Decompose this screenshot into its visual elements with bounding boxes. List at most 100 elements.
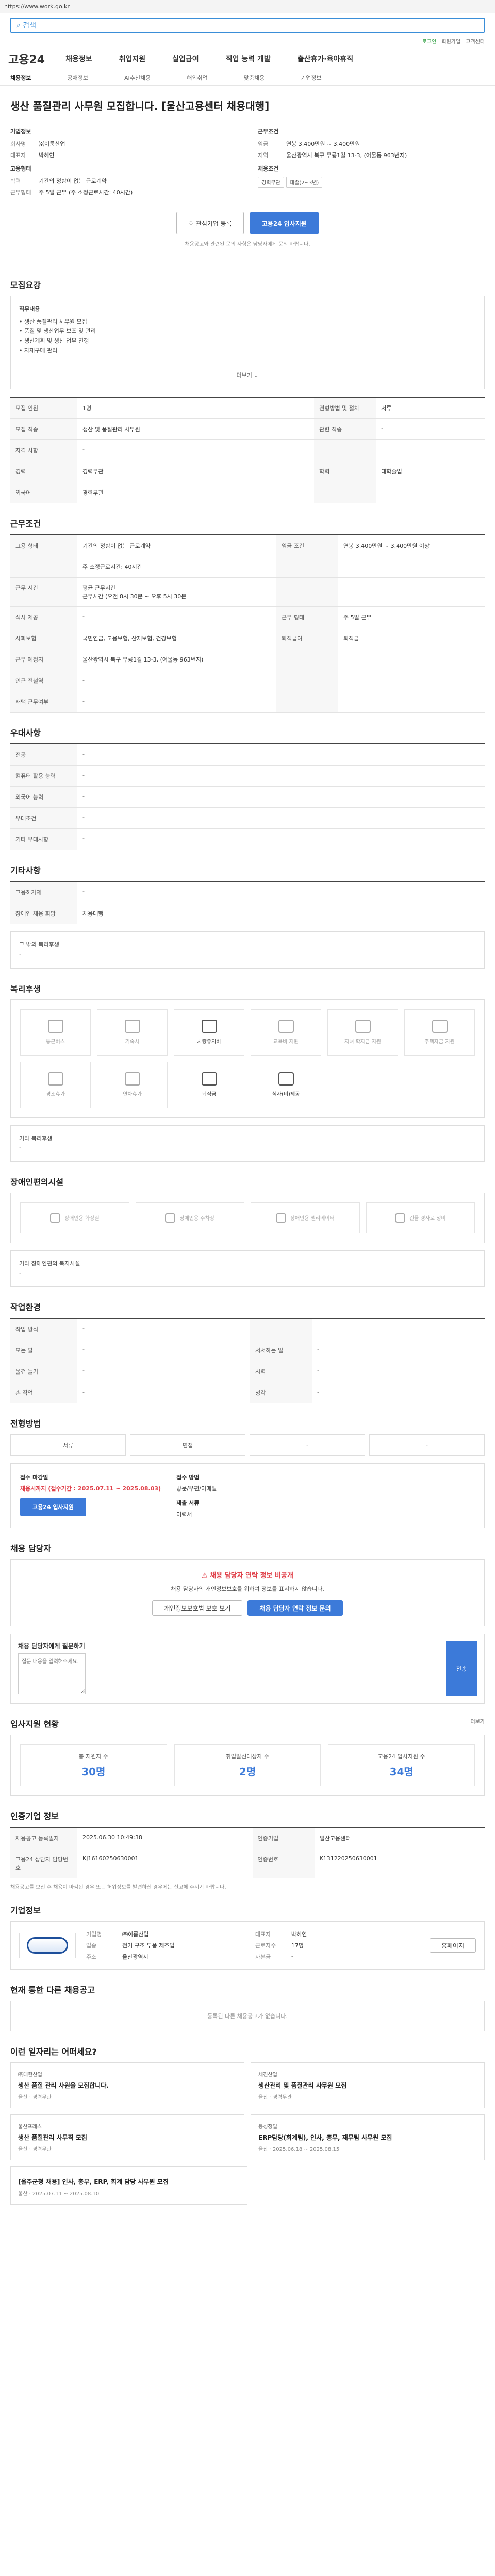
row-value: 생산 및 품질관리 사무원 (77, 418, 315, 440)
row-value: - (77, 882, 485, 904)
help-link[interactable]: 고객센터 (466, 37, 485, 47)
site-logo[interactable]: 고용24 (8, 50, 45, 67)
alert-title: 채용 담당자 연락 정보 비공개 (210, 1572, 293, 1580)
recommend-meta: 울산 · 경력무관 (258, 2095, 292, 2101)
info-value: ㈜이룸산업 (122, 1931, 149, 1938)
recommend-card[interactable]: 울산프레스 생산 품질관리 사무직 모집 울산 · 경력무관 (10, 2114, 244, 2161)
row-value: - (77, 828, 485, 851)
row-key (276, 649, 338, 671)
stats-more-link[interactable]: 더보기 (470, 1717, 485, 1725)
section-title: 우대사항 (10, 728, 41, 738)
subnav-item[interactable]: 맞춤채용 (244, 74, 265, 82)
info-key: 근로자수 (255, 1942, 276, 1950)
row-value: - (77, 439, 315, 462)
row-key: 전형방법 및 절차 (314, 397, 376, 419)
subnav-item[interactable]: 공채정보 (67, 74, 88, 82)
info-note: 채용공고를 보신 후 채용이 마감된 경우 또는 허위정보를 발견하신 경우에는… (10, 1885, 226, 1891)
row-value (338, 649, 485, 671)
nav-item-jobs[interactable]: 채용정보 (65, 54, 92, 64)
row-key: 모집 인원 (10, 397, 77, 419)
welfare-grid: 통근버스 기숙사 차량유지비 교육비 지원 자녀 학자금 지원 주택자금 지원 경조휴가 연차… (10, 999, 485, 1118)
signup-link[interactable]: 회원가입 (441, 37, 460, 47)
interest-button[interactable]: ♡ 관심기업 등록 (176, 212, 244, 234)
section-title: 모집요강 (10, 280, 41, 290)
welfare-label: 자녀 학자금 지원 (344, 1039, 381, 1045)
subnav-item[interactable]: 해외취업 (187, 74, 207, 82)
condition-tag: 대졸(2~3년) (286, 177, 323, 188)
contact-inquiry-button[interactable]: 채용 담당자 연락 정보 문의 (248, 1600, 343, 1616)
table-row: 식사 제공 - 근무 형태 주 5일 근무 (10, 606, 485, 629)
row-value: 국민연금, 고용보험, 산재보험, 건강보험 (77, 628, 276, 650)
apply-button[interactable]: 고용24 입사지원 (250, 212, 319, 234)
row-value: - (77, 1382, 250, 1404)
kv-key: 학력 (10, 178, 21, 184)
row-key: 재택 근무여부 (10, 691, 77, 713)
recruit-table: 모집 인원 1명 전형방법 및 절차 서류 모집 직종 생산 및 품질관리 사무원 관련 직… (10, 397, 485, 504)
nav-item-unemployment[interactable]: 실업급여 (172, 54, 199, 64)
row-key: 근무 시간 (10, 577, 77, 607)
welfare-label: 퇴직금 (202, 1092, 217, 1097)
company-section: 기업정보 기업명 ㈜이룸산업 대표자 박혜연 업종 전기 구조 부품 제조업 근로자수 17명… (0, 1904, 495, 1970)
nav-item-leave[interactable]: 출산휴가·육아휴직 (298, 54, 353, 64)
subnav-item[interactable]: 기업정보 (301, 74, 321, 82)
table-row: 고용 형태 기간의 정함이 없는 근로계약 임금 조건 연봉 3,400만원 ~ 3,… (10, 535, 485, 557)
welfare-label: 차량유지비 (197, 1039, 221, 1045)
facility-icon (394, 1213, 405, 1223)
login-link[interactable]: 로그인 (422, 37, 437, 47)
apply-button-2[interactable]: 고용24 입사지원 (20, 1498, 86, 1517)
row-value: 채용대행 (77, 903, 485, 925)
recommend-card[interactable]: ㈜대한산업 생산 품질 관리 사원을 모집합니다. 울산 · 경력무관 (10, 2062, 244, 2109)
empty-message: 등록된 다른 채용공고가 없습니다. (10, 2001, 485, 2032)
kv-value: 기간의 정함이 없는 근로계약 (39, 178, 107, 184)
row-value: 서류 (376, 397, 485, 419)
welfare-other-value: - (19, 1144, 21, 1151)
disability-label: 건물 경사로 정비 (409, 1216, 446, 1222)
subnav-item[interactable]: 채용정보 (10, 74, 31, 82)
company-card: 기업명 ㈜이룸산업 대표자 박혜연 업종 전기 구조 부품 제조업 근로자수 17명 주소 울산광… (10, 1921, 485, 1970)
sub-nav: 채용정보 공채정보 AI추천채용 해외취업 맞춤채용 기업정보 (0, 70, 495, 86)
table-row: 기타 우대사항 - (10, 828, 485, 851)
row-key (276, 670, 338, 692)
privacy-button[interactable]: 개인정보보호법 보호 보기 (152, 1600, 243, 1616)
welfare-icon (47, 1072, 63, 1086)
row-key: 근무 예정지 (10, 649, 77, 671)
recommend-card[interactable]: 세진산업 생산관리 및 품질관리 사무원 모집 울산 · 경력무관 (251, 2062, 485, 2109)
row-key: 경력 (10, 461, 77, 483)
table-row: 컴퓨터 활용 능력 - (10, 765, 485, 787)
env-table: 작업 방식 - 모는 팔 - 서서하는 일 - 물건 들기 - 시력 - 손 작업 - 청각 - (10, 1318, 485, 1404)
subnav-item[interactable]: AI추천채용 (124, 74, 151, 82)
process-step: - (369, 1434, 485, 1456)
stat-value: 2명 (239, 1766, 256, 1778)
row-value: - (77, 807, 485, 829)
row-value: 1명 (77, 397, 315, 419)
env-section: 작업환경 작업 방식 - 모는 팔 - 서서하는 일 - 물건 들기 - 시력 - 손 작업 - 청각 - (0, 1300, 495, 1404)
table-row: 손 작업 - 청각 - (10, 1382, 485, 1404)
heart-icon: ♡ (188, 219, 196, 227)
qa-send-button[interactable]: 전송 (446, 1641, 477, 1697)
search-input[interactable]: ⌕ 검색 (10, 18, 485, 33)
recommend-card[interactable]: [울주군청 채용] 인사, 총무, ERP, 회계 담당 사무원 모집 울산 · … (10, 2166, 248, 2205)
homepage-button[interactable]: 홈페이지 (429, 1938, 476, 1953)
stat-card: 취업알선대상자 수 2명 (174, 1744, 321, 1787)
nav-item-support[interactable]: 취업지원 (119, 54, 146, 64)
recommend-company: 세진산업 (258, 2072, 277, 2078)
stats-section: 입사지원 현황 더보기 총 지원자 수 30명 취업알선대상자 수 2명 고용24 입… (0, 1717, 495, 1797)
row-value: - (77, 691, 276, 713)
recommend-meta: 울산 · 경력무관 (18, 2095, 52, 2101)
nav-item-training[interactable]: 직업 능력 개발 (226, 54, 271, 64)
row-value: 경력무관 (77, 461, 315, 483)
more-button[interactable]: 더보기 ⌄ (19, 371, 476, 381)
info-key: 주소 (86, 1954, 97, 1961)
kv-value: 주 5일 근무 (주 소정근로시간: 40시간) (39, 189, 133, 196)
table-row: 작업 방식 - (10, 1318, 485, 1341)
row-key: 퇴직급여 (276, 628, 338, 650)
row-value (312, 1318, 485, 1341)
row-key: 채용공고 등록일자 (10, 1827, 77, 1850)
cond-label: 근무조건 (258, 128, 279, 135)
qa-input[interactable] (18, 1653, 86, 1695)
kv-key: 근무형태 (10, 189, 31, 196)
recommend-card[interactable]: 동성정밀 ERP담당(회계팀), 인사, 총무, 재무팀 사무원 모집 울산 · 2… (251, 2114, 485, 2161)
info-key: 업종 (86, 1942, 97, 1950)
row-key (314, 482, 376, 504)
facility-icon (50, 1213, 60, 1223)
